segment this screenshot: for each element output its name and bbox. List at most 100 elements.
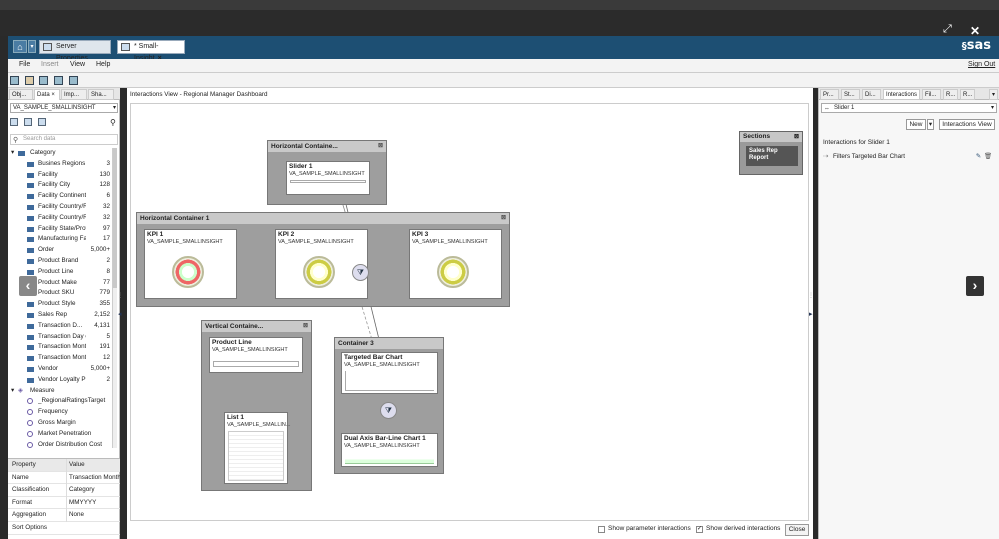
property-value[interactable]: None <box>66 509 120 522</box>
tab-data[interactable]: Data × <box>34 89 60 100</box>
measure-item[interactable]: Order Distribution Cost <box>10 440 112 448</box>
category-item[interactable]: Facility Continents 6 <box>10 191 112 202</box>
collapse-icon[interactable]: ▾ <box>11 386 14 397</box>
tab-right-1[interactable]: St... <box>841 89 860 100</box>
chevron-down-icon[interactable]: ▾ <box>28 40 36 53</box>
data-search-input[interactable]: ⚲ Search data <box>10 134 118 145</box>
category-item[interactable]: Facility Country/R... 32 <box>10 213 112 224</box>
category-item[interactable]: Transaction Mont... 12 <box>10 353 112 364</box>
expand-icon[interactable]: ⤢ <box>943 23 952 36</box>
vertical-container[interactable]: Vertical Containe... ⊠ Product Line VA_SA… <box>201 320 312 491</box>
chevron-right-icon[interactable]: ▸ <box>809 310 813 318</box>
category-item[interactable]: Order 5,000+ <box>10 245 112 256</box>
category-item[interactable]: Facility State/Provi... 97 <box>10 224 112 235</box>
tab-right-6[interactable]: R... <box>960 89 975 100</box>
show-parameter-interactions-checkbox[interactable] <box>598 526 605 533</box>
category-item[interactable]: Product Style 355 <box>10 299 112 310</box>
data-source-select[interactable]: VA_SAMPLE_SMALLINSIGHT ▾ <box>10 103 118 113</box>
options-icon[interactable]: ⚲ <box>110 118 118 127</box>
category-item[interactable]: Busines Regions 3 <box>10 159 112 170</box>
object-select[interactable]: ⇔ Slider 1 ▾ <box>821 103 997 113</box>
category-item[interactable]: Vendor Loyalty Pro... 2 <box>10 375 112 386</box>
new-report-icon[interactable] <box>10 76 19 85</box>
share-icon[interactable] <box>54 76 63 85</box>
menu-file[interactable]: File <box>19 61 30 68</box>
show-derived-interactions-checkbox[interactable]: ✓ <box>696 526 703 533</box>
kpi-1-card[interactable]: KPI 1 VA_SAMPLE_SMALLINSIGHT <box>144 229 237 299</box>
close-icon[interactable]: ⊠ <box>303 321 308 332</box>
scrollbar-thumb[interactable] <box>113 148 117 288</box>
category-item[interactable]: Transaction Month 191 <box>10 342 112 353</box>
section-sales-rep-report[interactable]: Sales Rep Report <box>746 146 798 166</box>
category-item[interactable]: Manufacturing Fac... 17 <box>10 234 112 245</box>
interaction-item[interactable]: ⇢ Filters Targeted Bar Chart ✎ 🗑 <box>823 152 995 162</box>
menu-view[interactable]: View <box>70 61 85 68</box>
save-icon[interactable] <box>39 76 48 85</box>
tab-right-3[interactable]: Interactions <box>883 89 920 100</box>
property-row[interactable]: Name Transaction Month <box>8 471 120 485</box>
category-item[interactable]: Facility 130 <box>10 170 112 181</box>
category-item[interactable]: Product Brand 2 <box>10 256 112 267</box>
tab-small-insight[interactable]: * Small-Insight× <box>117 40 185 62</box>
kpi-2-card[interactable]: KPI 2 VA_SAMPLE_SMALLINSIGHT <box>275 229 368 299</box>
tab-right-4[interactable]: Fil... <box>922 89 941 100</box>
tabs-overflow-icon[interactable]: ▾ <box>989 89 998 100</box>
close-icon[interactable]: × <box>51 92 55 98</box>
measure-item[interactable]: _RegionalRatingsTarget <box>10 396 112 407</box>
targeted-bar-chart-card[interactable]: Targeted Bar Chart VA_SAMPLE_SMALLINSIGH… <box>341 352 438 394</box>
tab-shared[interactable]: Sha... <box>88 89 114 100</box>
category-item[interactable]: Transaction D... 4,131 <box>10 321 112 332</box>
refresh-icon[interactable] <box>24 118 32 126</box>
tab-objects[interactable]: Obj... <box>9 89 33 100</box>
open-icon[interactable] <box>25 76 34 85</box>
menu-insert[interactable]: Insert <box>41 61 59 68</box>
new-menu-arrow[interactable]: ▾ <box>927 119 934 130</box>
collapse-icon[interactable]: ▾ <box>11 148 14 159</box>
tab-right-5[interactable]: R... <box>943 89 958 100</box>
category-item[interactable]: Facility City 128 <box>10 180 112 191</box>
tab-right-0[interactable]: Pr... <box>820 89 839 100</box>
delete-icon[interactable] <box>38 118 46 126</box>
horizontal-container-1[interactable]: Horizontal Container 1 ⊠ KPI 1 VA_SAMPLE_… <box>136 212 510 307</box>
measure-item[interactable]: Frequency <box>10 407 112 418</box>
horizontal-container-top[interactable]: Horizontal Containe... ⊠ Slider 1 VA_SAMP… <box>267 140 387 205</box>
dual-axis-chart-card[interactable]: Dual Axis Bar-Line Chart 1 VA_SAMPLE_SMA… <box>341 433 438 467</box>
filter-icon[interactable]: ⧩ <box>352 264 369 281</box>
tree-group-category[interactable]: ▾ Category <box>10 148 112 159</box>
new-interaction-button[interactable]: New <box>906 119 926 130</box>
property-row[interactable]: Aggregation None <box>8 509 120 522</box>
previous-arrow-icon[interactable]: ‹ <box>19 276 37 296</box>
measure-item[interactable]: Market Penetration <box>10 429 112 440</box>
tree-group-measure[interactable]: ▾ ◈ Measure <box>10 386 112 397</box>
edit-icon[interactable]: ✎ <box>976 152 981 162</box>
tab-server-properties[interactable]: Server Properties <box>39 40 111 62</box>
interactions-view-button[interactable]: Interactions View <box>939 119 995 130</box>
list-1-card[interactable]: List 1 VA_SAMPLE_SMALLIN... <box>224 412 290 484</box>
category-item[interactable]: Transaction Day of... 5 <box>10 332 112 343</box>
add-data-icon[interactable] <box>10 118 18 126</box>
slider-card[interactable]: Slider 1 VA_SAMPLE_SMALLINSIGHT <box>286 161 370 195</box>
home-icon[interactable]: ⌂ <box>13 40 27 53</box>
delete-icon[interactable]: 🗑 <box>984 152 992 162</box>
kpi-3-card[interactable]: KPI 3 VA_SAMPLE_SMALLINSIGHT <box>409 229 502 299</box>
chevron-left-icon[interactable]: ◂ <box>118 310 122 318</box>
category-item[interactable]: Sales Rep 2,152 <box>10 310 112 321</box>
tab-imports[interactable]: Imp... <box>61 89 87 100</box>
filter-icon[interactable]: ⧩ <box>380 402 397 419</box>
close-icon[interactable]: ⊠ <box>501 213 506 224</box>
tab-right-2[interactable]: Di... <box>862 89 881 100</box>
close-icon[interactable]: ⊠ <box>794 132 799 142</box>
measure-item[interactable]: Gross Margin <box>10 418 112 429</box>
category-item[interactable]: Facility Country/R... 32 <box>10 202 112 213</box>
sign-out-link[interactable]: Sign Out <box>968 61 995 68</box>
property-value[interactable]: Category <box>66 484 120 497</box>
category-item[interactable]: Vendor 5,000+ <box>10 364 112 375</box>
menu-help[interactable]: Help <box>96 61 110 68</box>
property-row[interactable]: Format MMYYYY <box>8 496 120 510</box>
view-mode-icon[interactable] <box>69 76 78 85</box>
product-line-card[interactable]: Product Line VA_SAMPLE_SMALLINSIGHT <box>209 337 303 373</box>
property-value[interactable]: Transaction Month <box>66 471 120 485</box>
property-row[interactable]: Classification Category <box>8 484 120 497</box>
property-row[interactable]: Sort Options <box>8 522 120 535</box>
next-arrow-icon[interactable]: › <box>966 276 984 296</box>
